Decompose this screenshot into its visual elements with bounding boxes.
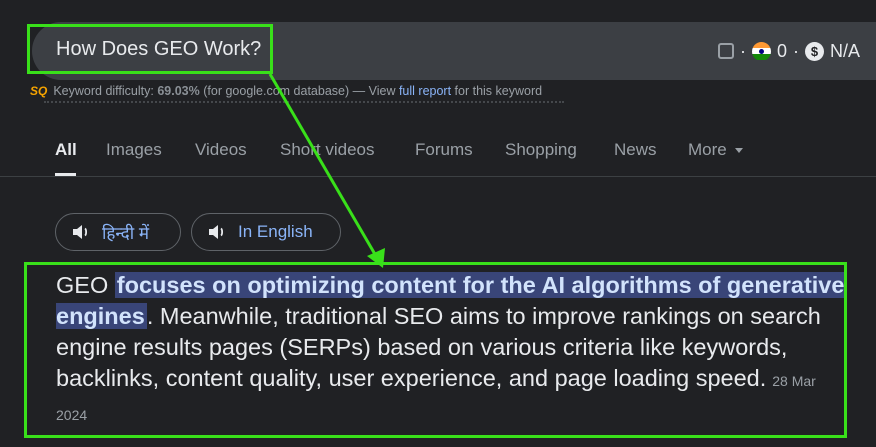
- annotation-arrow-icon: [268, 73, 385, 268]
